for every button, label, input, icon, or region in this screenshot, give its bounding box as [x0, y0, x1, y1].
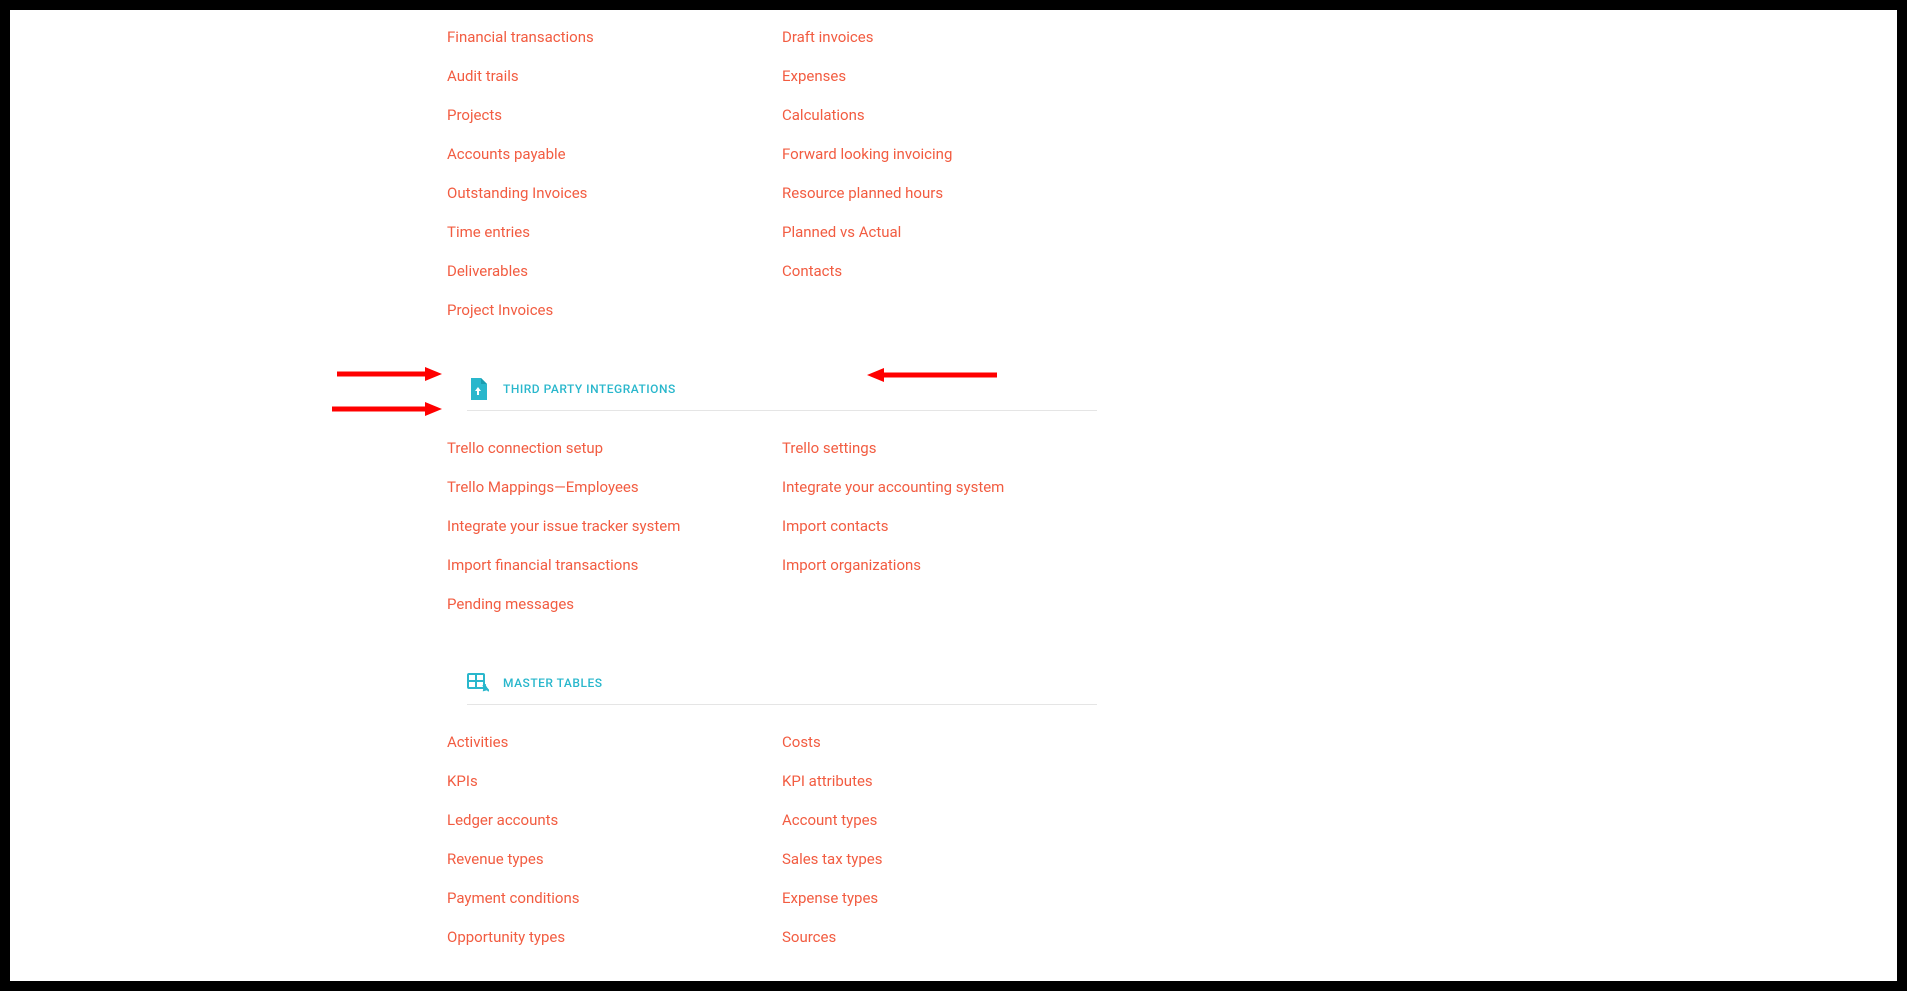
link-sources[interactable]: Sources [782, 918, 1097, 957]
link-audit-trails[interactable]: Audit trails [447, 57, 762, 96]
link-planned-vs-actual[interactable]: Planned vs Actual [782, 213, 1097, 252]
column-left: Activities KPIs Ledger accounts Revenue … [447, 723, 762, 957]
link-forward-looking-invoicing[interactable]: Forward looking invoicing [782, 135, 1097, 174]
section-master-tables: MASTER TABLES Activities KPIs Ledger acc… [447, 672, 1097, 957]
link-trello-connection-setup[interactable]: Trello connection setup [447, 429, 762, 468]
link-accounts-payable[interactable]: Accounts payable [447, 135, 762, 174]
section-header-master: MASTER TABLES [467, 672, 1097, 705]
integrations-icon [467, 378, 489, 400]
column-left: Trello connection setup Trello Mappings—… [447, 429, 762, 624]
link-account-types[interactable]: Account types [782, 801, 1097, 840]
link-deliverables[interactable]: Deliverables [447, 252, 762, 291]
link-ledger-accounts[interactable]: Ledger accounts [447, 801, 762, 840]
master-tables-icon [467, 672, 489, 694]
link-financial-transactions[interactable]: Financial transactions [447, 18, 762, 57]
link-grid-top: Financial transactions Audit trails Proj… [447, 18, 1097, 330]
column-right: Trello settings Integrate your accountin… [782, 429, 1097, 624]
settings-content: Financial transactions Audit trails Proj… [447, 18, 1097, 957]
section-top: Financial transactions Audit trails Proj… [447, 18, 1097, 330]
link-revenue-types[interactable]: Revenue types [447, 840, 762, 879]
column-right: Costs KPI attributes Account types Sales… [782, 723, 1097, 957]
link-kpis[interactable]: KPIs [447, 762, 762, 801]
link-import-financial-transactions[interactable]: Import financial transactions [447, 546, 762, 585]
link-draft-invoices[interactable]: Draft invoices [782, 18, 1097, 57]
link-calculations[interactable]: Calculations [782, 96, 1097, 135]
annotation-arrow-2 [332, 401, 442, 417]
section-header-integrations: THIRD PARTY INTEGRATIONS [467, 378, 1097, 411]
link-integrate-accounting[interactable]: Integrate your accounting system [782, 468, 1097, 507]
section-title-master: MASTER TABLES [503, 676, 603, 690]
link-kpi-attributes[interactable]: KPI attributes [782, 762, 1097, 801]
link-costs[interactable]: Costs [782, 723, 1097, 762]
page-wrapper: Financial transactions Audit trails Proj… [10, 10, 1897, 981]
link-sales-tax-types[interactable]: Sales tax types [782, 840, 1097, 879]
link-expenses[interactable]: Expenses [782, 57, 1097, 96]
link-import-organizations[interactable]: Import organizations [782, 546, 1097, 585]
link-trello-mappings-employees[interactable]: Trello Mappings—Employees [447, 468, 762, 507]
link-contacts[interactable]: Contacts [782, 252, 1097, 291]
section-integrations: THIRD PARTY INTEGRATIONS Trello connecti… [447, 378, 1097, 624]
annotation-arrow-1 [337, 366, 442, 382]
link-trello-settings[interactable]: Trello settings [782, 429, 1097, 468]
link-project-invoices[interactable]: Project Invoices [447, 291, 762, 330]
link-time-entries[interactable]: Time entries [447, 213, 762, 252]
link-payment-conditions[interactable]: Payment conditions [447, 879, 762, 918]
column-right: Draft invoices Expenses Calculations For… [782, 18, 1097, 330]
link-opportunity-types[interactable]: Opportunity types [447, 918, 762, 957]
link-pending-messages[interactable]: Pending messages [447, 585, 762, 624]
link-activities[interactable]: Activities [447, 723, 762, 762]
link-outstanding-invoices[interactable]: Outstanding Invoices [447, 174, 762, 213]
link-grid-integrations: Trello connection setup Trello Mappings—… [447, 429, 1097, 624]
section-title-integrations: THIRD PARTY INTEGRATIONS [503, 382, 676, 396]
link-grid-master: Activities KPIs Ledger accounts Revenue … [447, 723, 1097, 957]
link-resource-planned-hours[interactable]: Resource planned hours [782, 174, 1097, 213]
link-integrate-issue-tracker[interactable]: Integrate your issue tracker system [447, 507, 762, 546]
link-projects[interactable]: Projects [447, 96, 762, 135]
link-expense-types[interactable]: Expense types [782, 879, 1097, 918]
column-left: Financial transactions Audit trails Proj… [447, 18, 762, 330]
link-import-contacts[interactable]: Import contacts [782, 507, 1097, 546]
